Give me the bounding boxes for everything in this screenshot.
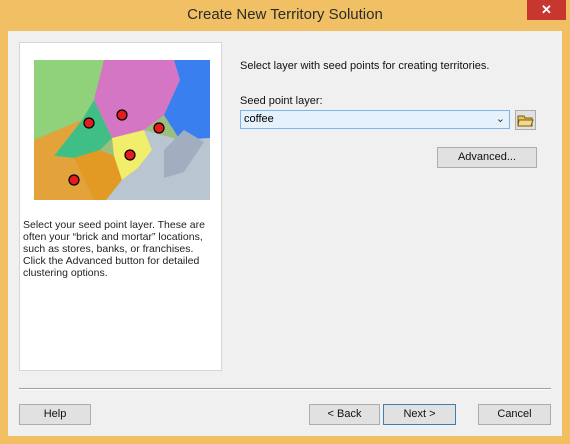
window-title: Create New Territory Solution — [187, 6, 383, 23]
info-panel: Select your seed point layer. These are … — [19, 42, 222, 371]
seed-layer-value: coffee — [244, 113, 274, 125]
chevron-down-icon: ⌄ — [495, 113, 505, 125]
help-button[interactable]: Help — [19, 404, 91, 425]
cancel-button[interactable]: Cancel — [478, 404, 551, 425]
help-description: Select your seed point layer. These are … — [23, 219, 205, 279]
footer-divider — [19, 388, 551, 390]
advanced-button[interactable]: Advanced... — [437, 147, 537, 168]
seed-layer-label: Seed point layer: — [240, 95, 323, 107]
dialog-content: Select your seed point layer. These are … — [8, 31, 562, 436]
open-folder-icon — [517, 115, 534, 127]
seed-layer-dropdown[interactable]: coffee ⌄ — [240, 110, 510, 129]
dialog-window: Create New Territory Solution ✕ Select y… — [0, 0, 570, 444]
instruction-text: Select layer with seed points for creati… — [240, 60, 490, 72]
territory-map-image — [34, 60, 210, 200]
back-button[interactable]: < Back — [309, 404, 380, 425]
browse-button[interactable] — [515, 110, 536, 130]
close-button[interactable]: ✕ — [527, 0, 566, 20]
title-bar: Create New Territory Solution ✕ — [0, 0, 570, 31]
next-button[interactable]: Next > — [383, 404, 456, 425]
